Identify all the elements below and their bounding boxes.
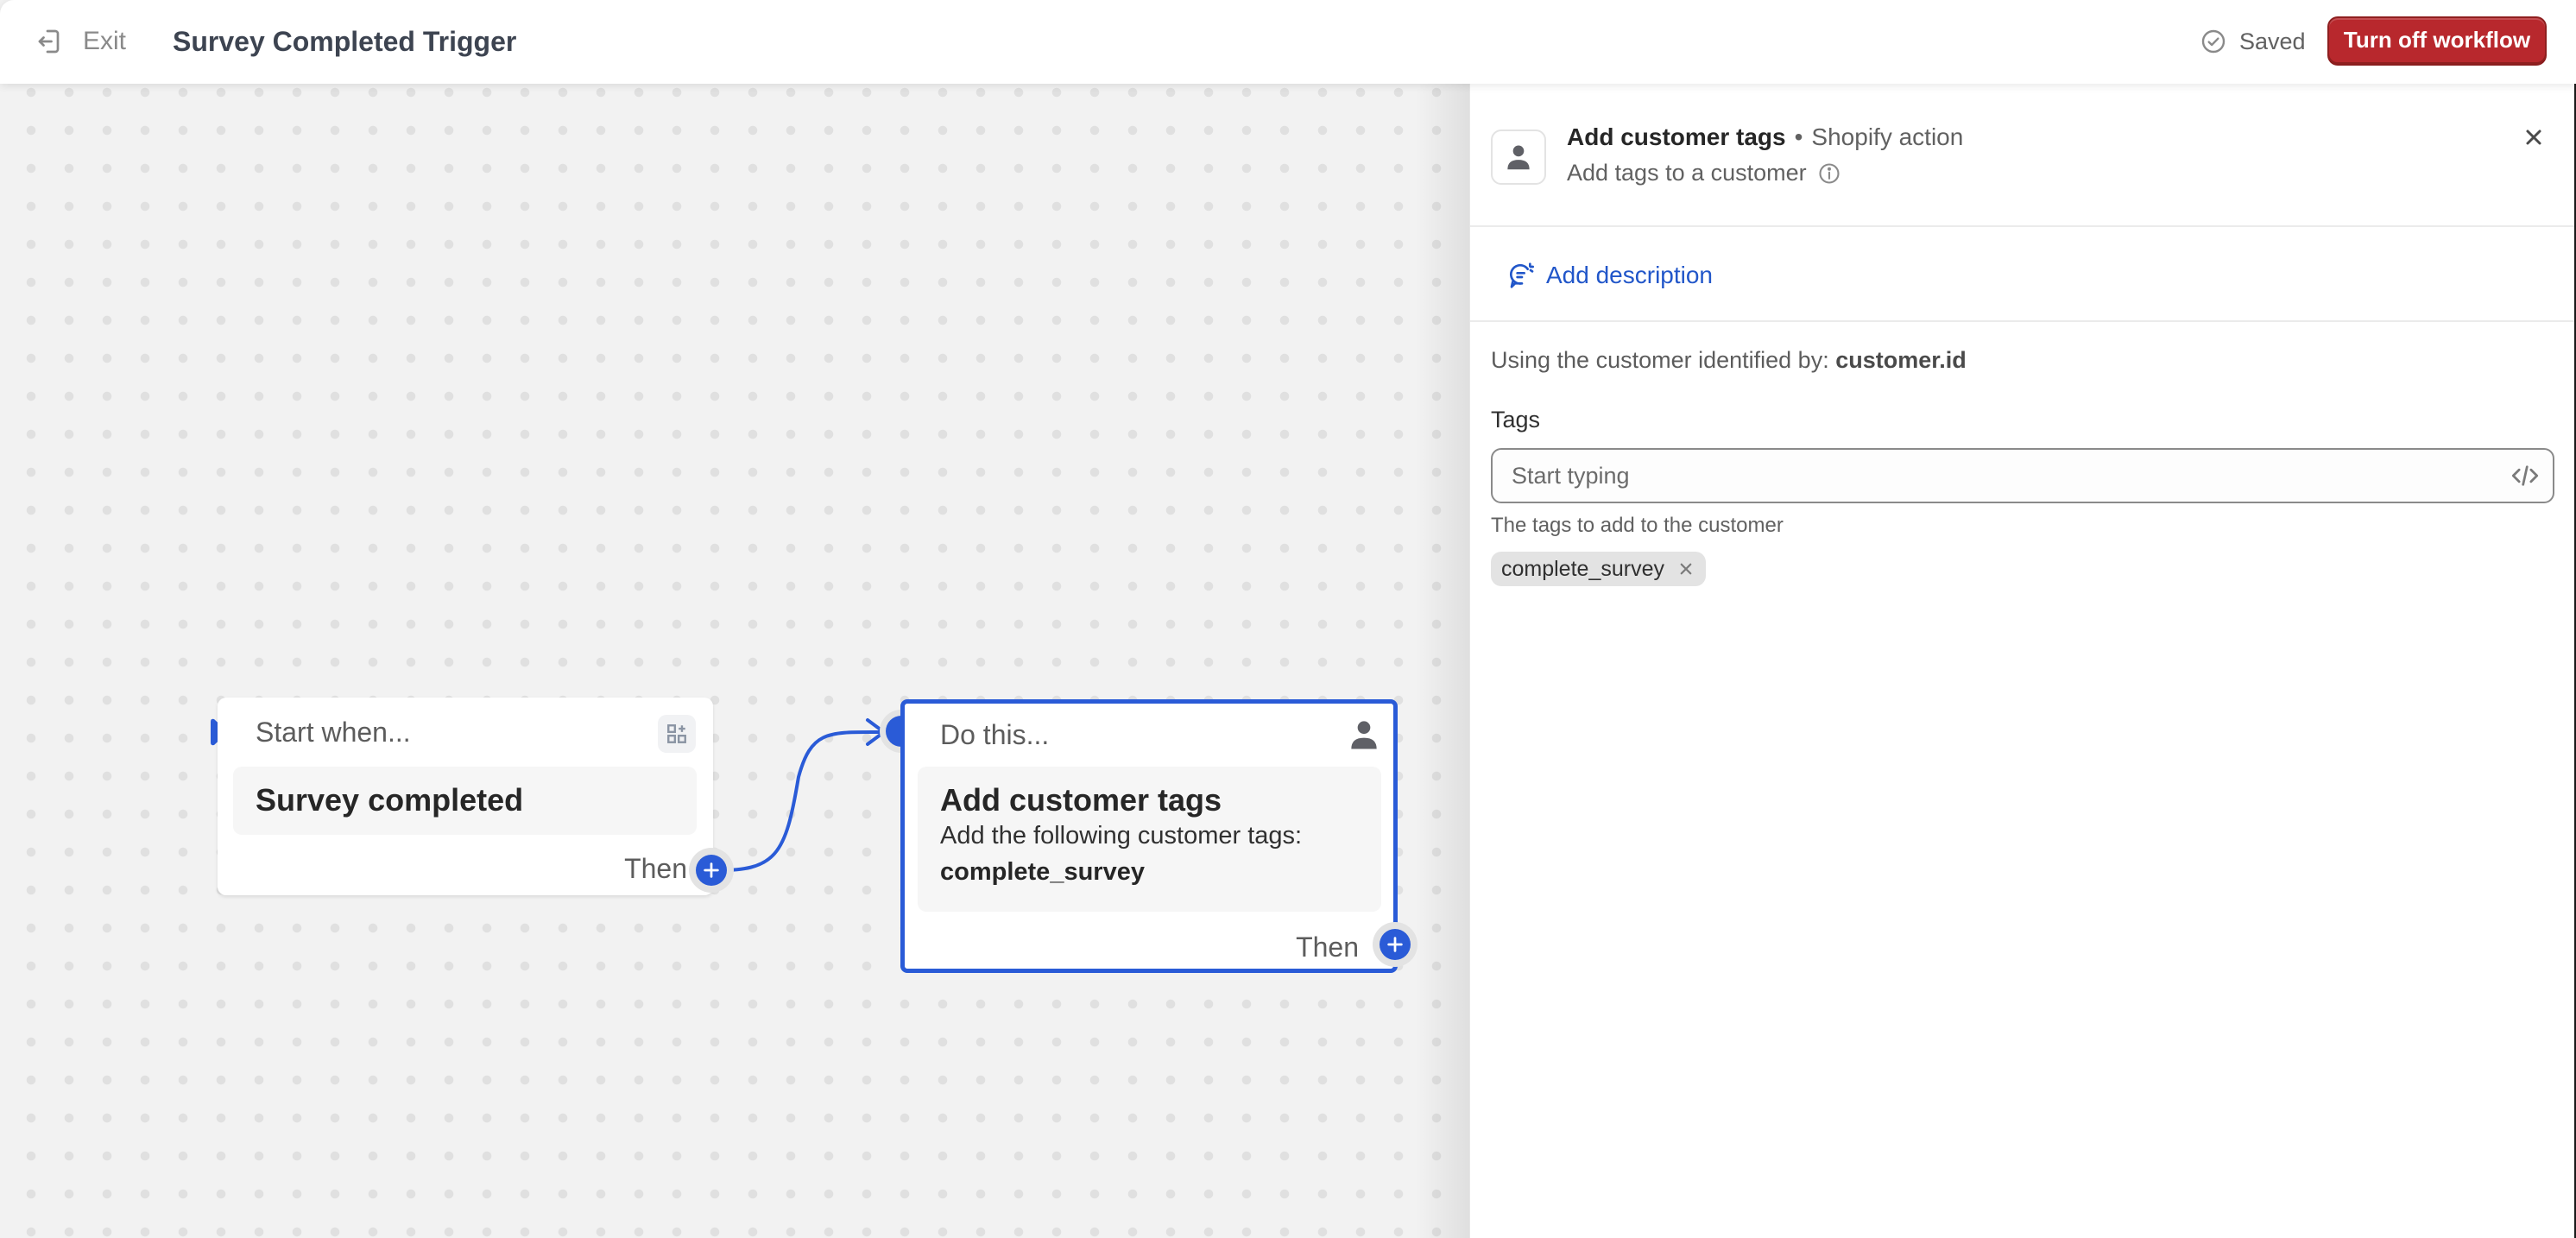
exit-icon bbox=[38, 29, 60, 54]
action-then-label: Then bbox=[1296, 932, 1359, 963]
close-icon bbox=[1680, 563, 1692, 575]
add-step-after-trigger-button[interactable] bbox=[696, 855, 727, 886]
action-details-panel: Add customer tags • Shopify action Add t… bbox=[1469, 84, 2575, 1238]
customer-identifier-value: customer.id bbox=[1835, 347, 1967, 373]
tags-label: Tags bbox=[1491, 407, 1541, 433]
plus-icon bbox=[1387, 937, 1403, 952]
tag-chip: complete_survey bbox=[1491, 552, 1706, 586]
action-card-body: Add customer tags Add the following cust… bbox=[918, 767, 1381, 912]
trigger-then-label: Then bbox=[624, 853, 687, 884]
info-icon[interactable] bbox=[1817, 161, 1841, 186]
customer-identifier-prefix: Using the customer identified by: bbox=[1491, 347, 1829, 373]
exit-label: Exit bbox=[83, 27, 127, 55]
tags-input[interactable] bbox=[1512, 462, 2497, 490]
action-tag-value: complete_survey bbox=[940, 858, 1145, 886]
add-description-button[interactable]: Add description bbox=[1508, 262, 1713, 289]
apps-add-icon bbox=[667, 724, 686, 743]
trigger-card-heading: Start when... bbox=[256, 717, 411, 748]
save-status: Saved bbox=[2200, 22, 2306, 60]
panel-action-icon bbox=[1491, 129, 1546, 185]
action-description: Add the following customer tags: bbox=[940, 822, 1303, 850]
panel-title: Add customer tags bbox=[1567, 123, 1786, 150]
action-title: Add customer tags bbox=[940, 782, 1222, 818]
insert-variable-button[interactable] bbox=[2497, 450, 2553, 502]
customer-icon bbox=[1507, 145, 1530, 170]
saved-label: Saved bbox=[2239, 28, 2306, 54]
close-icon bbox=[2526, 129, 2541, 145]
panel-title-row: Add customer tags • Shopify action bbox=[1567, 123, 1963, 151]
trigger-card-body: Survey completed bbox=[233, 767, 697, 835]
panel-header: Add customer tags • Shopify action Add t… bbox=[1470, 84, 2575, 227]
canvas-shade bbox=[1416, 84, 1469, 1238]
panel-action-kind: Shopify action bbox=[1811, 123, 1964, 150]
customer-icon bbox=[1351, 721, 1377, 749]
top-bar: Exit Survey Completed Trigger Saved Turn… bbox=[0, 0, 2576, 84]
customer-identifier-text: Using the customer identified by: custom… bbox=[1491, 344, 2554, 376]
tag-chip-label: complete_survey bbox=[1501, 556, 1664, 581]
trigger-card[interactable]: Start when... Survey completed Then bbox=[218, 698, 713, 895]
panel-subtitle-row: Add tags to a customer bbox=[1567, 160, 1841, 186]
comment-add-icon bbox=[1509, 262, 1534, 288]
add-description-label: Add description bbox=[1546, 262, 1714, 288]
description-section: Add description bbox=[1470, 227, 2575, 322]
trigger-title: Survey completed bbox=[256, 782, 524, 818]
check-circle-icon bbox=[2201, 29, 2226, 54]
panel-subtitle: Add tags to a customer bbox=[1567, 160, 1807, 186]
action-card-heading: Do this... bbox=[940, 719, 1050, 750]
plus-icon bbox=[704, 862, 719, 878]
close-panel-button[interactable] bbox=[2518, 122, 2549, 153]
panel-body: Using the customer identified by: custom… bbox=[1491, 344, 2554, 586]
workflow-title: Survey Completed Trigger bbox=[173, 26, 517, 57]
panel-title-separator: • bbox=[1794, 123, 1803, 150]
tags-help-text: The tags to add to the customer bbox=[1491, 514, 1784, 537]
action-card[interactable]: Do this... Add customer tags Add the fol… bbox=[900, 699, 1398, 973]
turn-off-workflow-button[interactable]: Turn off workflow bbox=[2327, 16, 2547, 64]
exit-button[interactable]: Exit bbox=[35, 21, 126, 62]
remove-tag-button[interactable] bbox=[1676, 559, 1695, 578]
workflow-canvas[interactable] bbox=[0, 84, 1469, 1238]
trigger-apps-button[interactable] bbox=[658, 715, 696, 753]
tags-field[interactable] bbox=[1491, 448, 2554, 503]
add-step-after-action-button[interactable] bbox=[1380, 929, 1411, 960]
code-icon bbox=[2511, 465, 2539, 486]
